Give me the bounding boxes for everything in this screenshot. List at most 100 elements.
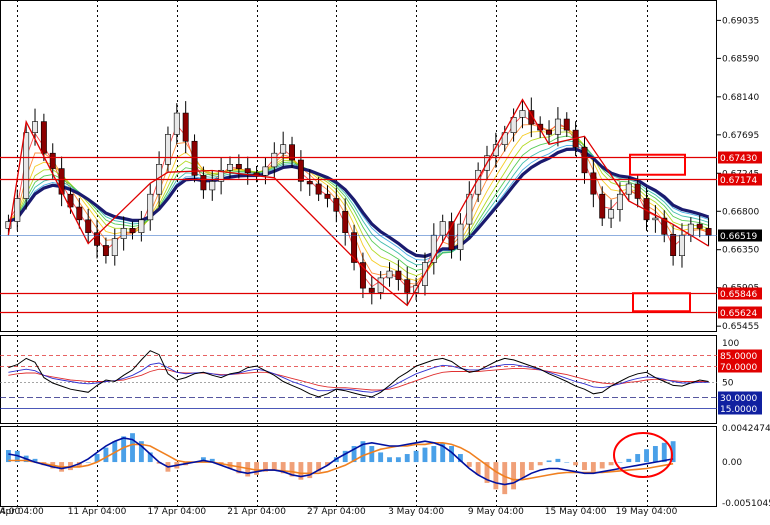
candle-body [262, 166, 269, 176]
candle-body [200, 175, 207, 191]
candle-body [546, 129, 553, 135]
candle-body [395, 270, 402, 280]
price-axis-label: 0.66350 [722, 246, 759, 256]
candle-body [271, 152, 278, 168]
candle-body [235, 164, 242, 169]
macd-histogram-bar [546, 460, 552, 463]
candle-body [280, 144, 287, 154]
candle-body [227, 164, 233, 171]
macd-histogram-bar [85, 462, 91, 463]
candle-body [102, 245, 109, 256]
macd-histogram-bar [369, 446, 375, 463]
level-price-label: 0.65846 [720, 290, 757, 300]
candle-body [457, 223, 464, 251]
macd-histogram-bar [103, 447, 109, 463]
macd-axis-label: -0.0051045 [722, 499, 770, 509]
macd-histogram-bar [661, 442, 667, 463]
x-tick-label: 11 Apr 04:00 [68, 507, 127, 517]
candle-body [679, 234, 685, 256]
macd-histogram-bar [413, 450, 419, 463]
candle-body [138, 219, 145, 233]
candle-body [404, 279, 411, 293]
macd-axis-label: 0.0042474 [722, 424, 770, 434]
macd-histogram-bar [635, 454, 641, 463]
candle-body [297, 159, 304, 182]
candle-body [182, 112, 189, 142]
rsi-level-label: 70.0000 [720, 363, 757, 373]
macd-histogram-bar [608, 462, 614, 466]
macd-histogram-bar [590, 462, 596, 472]
price-axis-label: 0.65455 [722, 322, 759, 332]
candle-body [14, 198, 21, 222]
level-price-label: 0.65624 [720, 309, 757, 319]
candle-body [76, 206, 83, 221]
rsi-black-line [8, 350, 709, 398]
macd-histogram-bar [422, 447, 428, 463]
level-price-label: 0.67174 [720, 176, 757, 186]
price-axis-label: 0.66800 [722, 207, 759, 217]
price-axis-label: 0.69035 [722, 16, 759, 26]
macd-histogram-bar [528, 462, 534, 471]
candle-body [111, 238, 118, 256]
macd-histogram-bar [573, 462, 579, 466]
macd-histogram-bar [582, 462, 587, 471]
main-panel-frame [0, 0, 717, 332]
candle-body [315, 183, 322, 195]
price-axis-label: 0.67695 [722, 131, 759, 141]
rsi-red-line [8, 367, 709, 391]
candle-body [519, 110, 526, 118]
candle-body [368, 287, 375, 293]
rsi-blue-line [8, 362, 709, 393]
macd-histogram-bar [395, 457, 401, 463]
candle-body [705, 228, 712, 236]
candle-body [191, 140, 198, 176]
macd-histogram-bar [130, 433, 135, 463]
rsi-axis-label: 100 [722, 339, 739, 349]
price-axis-label: 0.68590 [722, 54, 759, 64]
candle-body [164, 134, 171, 165]
macd-histogram-bar [387, 457, 392, 463]
candle-body [147, 193, 154, 221]
x-tick-label: 19 May 04:00 [616, 507, 678, 517]
candle-body [85, 219, 92, 233]
macd-histogram-bar [271, 462, 277, 471]
current-price-label: 0.66519 [720, 232, 757, 242]
price-axis-label: 0.68140 [722, 93, 759, 103]
chart-area[interactable]: 4:005 Apr 04:0011 Apr 04:0017 Apr 04:002… [0, 0, 770, 520]
macd-histogram-bar [502, 462, 508, 495]
chart-svg[interactable]: 4:005 Apr 04:0011 Apr 04:0017 Apr 04:002… [0, 0, 770, 520]
macd-histogram-bar [564, 462, 570, 463]
x-tick-label: 15 May 04:00 [545, 507, 607, 517]
candle-body [581, 146, 588, 174]
macd-histogram-bar [378, 452, 384, 463]
candle-body [599, 193, 606, 219]
candle-body [120, 228, 127, 239]
candle-body [49, 152, 56, 169]
macd-histogram-bar [520, 462, 525, 479]
candle-body [616, 193, 623, 210]
candle-body [244, 168, 251, 174]
x-tick-label: 3 May 04:00 [388, 507, 444, 517]
x-tick-label: 5 Apr 04:00 [0, 507, 44, 517]
candle-body [333, 198, 340, 212]
candle-body [670, 234, 677, 256]
candle-body [173, 112, 180, 135]
macd-histogram-bar [599, 462, 605, 469]
candle-body [625, 183, 632, 195]
candle-body [209, 181, 216, 191]
candle-body [386, 270, 393, 279]
candle-body [439, 221, 446, 236]
macd-histogram-bar [537, 462, 543, 466]
candle-body [696, 223, 703, 229]
candle-body [32, 121, 38, 134]
macd-histogram-bar [626, 458, 632, 463]
highlight-box [632, 292, 691, 313]
macd-histogram-bar [254, 462, 260, 475]
macd-histogram-bar [644, 449, 649, 463]
candle-body [23, 132, 30, 199]
macd-panel-frame [0, 426, 717, 507]
macd-histogram-bar [511, 462, 517, 490]
candle-body [590, 172, 597, 195]
candle-body [554, 118, 561, 135]
rsi-panel-frame [0, 335, 717, 424]
